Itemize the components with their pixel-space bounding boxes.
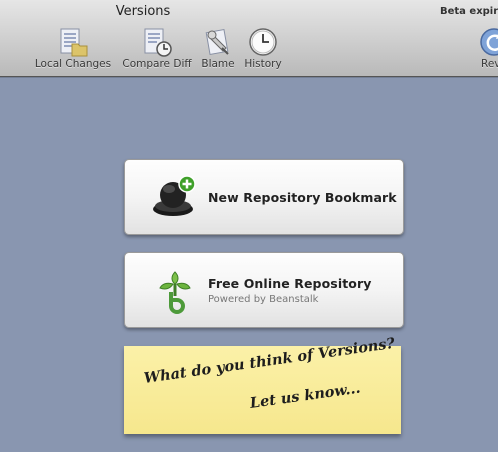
beanstalk-icon: [159, 271, 191, 314]
feedback-note-line2: Let us know...: [248, 379, 362, 412]
revert-icon: [480, 28, 498, 56]
local-changes-label: Local Changes: [34, 58, 112, 70]
feedback-note[interactable]: What do you think of Versions? Let us kn…: [124, 335, 401, 434]
new-repository-bookmark-button[interactable]: New Repository Bookmark: [124, 159, 404, 235]
history-label: History: [244, 58, 282, 70]
compare-diff-icon: [144, 28, 172, 57]
compare-diff-label: Compare Diff: [122, 58, 192, 70]
repository-bookmark-icon: [153, 175, 196, 216]
blame-button[interactable]: Blame: [201, 26, 235, 70]
revert-label: Reve: [481, 58, 498, 70]
online-button-subtitle: Powered by Beanstalk: [208, 293, 319, 305]
history-button[interactable]: History: [243, 26, 283, 70]
revert-button[interactable]: Reve: [474, 26, 498, 70]
compare-diff-button[interactable]: Compare Diff: [121, 26, 193, 70]
toolbar: Versions Beta expire Local Changes Compa…: [0, 0, 498, 77]
blame-label: Blame: [201, 58, 235, 70]
history-icon: [249, 28, 277, 56]
local-changes-icon: [60, 28, 88, 57]
blame-icon: [205, 29, 229, 55]
online-button-title: Free Online Repository: [208, 275, 372, 291]
free-online-repository-button[interactable]: Free Online Repository Powered by Beanst…: [124, 252, 404, 328]
window-title: Versions: [115, 4, 171, 19]
local-changes-button[interactable]: Local Changes: [34, 26, 112, 70]
beta-notice: Beta expire: [440, 6, 498, 17]
bookmark-button-title: New Repository Bookmark: [208, 189, 397, 205]
